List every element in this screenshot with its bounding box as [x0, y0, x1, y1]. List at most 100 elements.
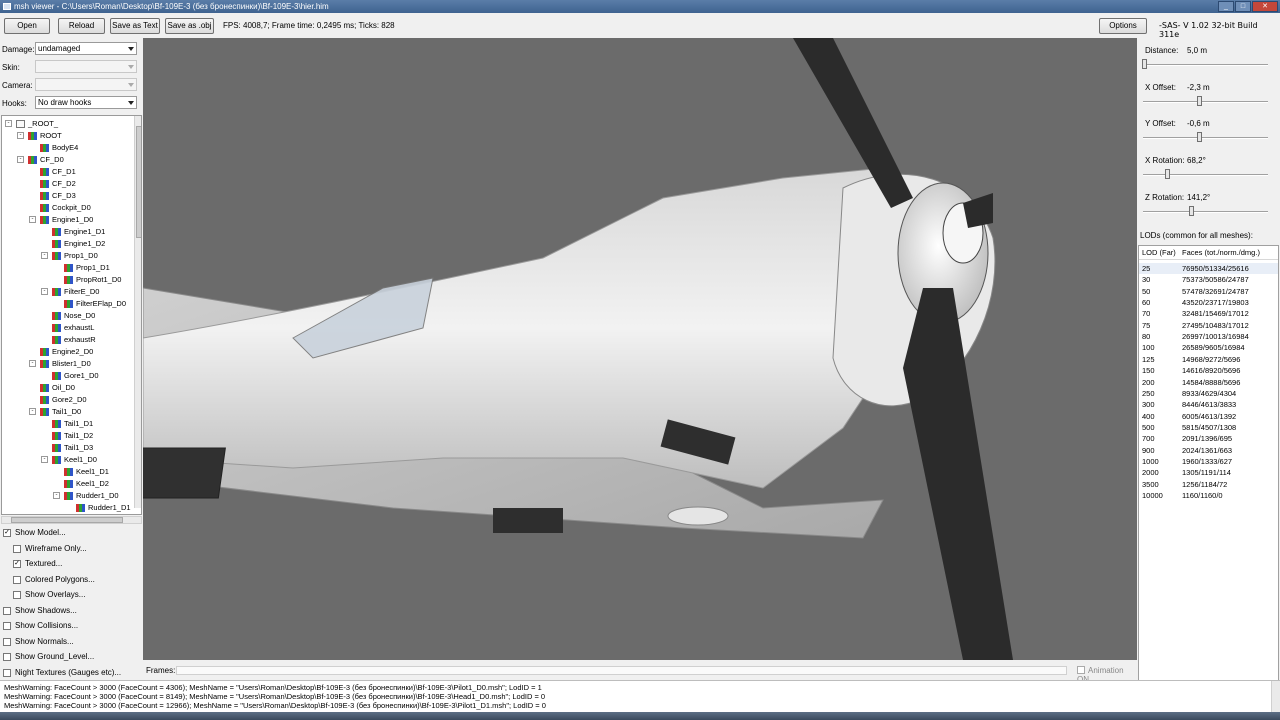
tree-node[interactable]: Keel1_D1 — [2, 466, 132, 478]
tree-node[interactable]: Oil_D0 — [2, 382, 132, 394]
tree-expander-icon[interactable]: - — [53, 492, 60, 499]
slider-track[interactable] — [1143, 210, 1268, 213]
checkbox-icon[interactable] — [13, 591, 21, 599]
tree-node[interactable]: Engine2_D0 — [2, 346, 132, 358]
lod-row[interactable]: 3500 1256/1184/72 — [1139, 479, 1278, 490]
frames-slider[interactable] — [176, 666, 1067, 675]
tree-node[interactable]: - _ROOT_ — [2, 118, 132, 130]
tree-node[interactable]: - ROOT — [2, 130, 132, 142]
lod-row[interactable]: 150 14616/8920/5696 — [1139, 365, 1278, 376]
tree-node[interactable]: Tail1_D3 — [2, 442, 132, 454]
tree-expander-icon[interactable]: - — [29, 216, 36, 223]
tree-node[interactable]: - Tail1_D0 — [2, 406, 132, 418]
tree-node[interactable]: Rudder1_D1 — [2, 502, 132, 514]
lod-row[interactable]: 300 8446/4613/3833 — [1139, 399, 1278, 410]
tree-expander-icon[interactable]: - — [29, 408, 36, 415]
save-as-text-button[interactable]: Save as Text — [110, 18, 160, 34]
lod-row[interactable]: 2000 1305/1191/114 — [1139, 467, 1278, 478]
close-icon[interactable]: ✕ — [1252, 1, 1278, 12]
slider-handle[interactable] — [1142, 59, 1147, 69]
tree-vertical-scrollbar[interactable] — [134, 116, 141, 508]
lod-row[interactable]: 700 2091/1396/695 — [1139, 433, 1278, 444]
tree-node[interactable]: - Engine1_D0 — [2, 214, 132, 226]
save-as-obj-button[interactable]: Save as .obj — [165, 18, 214, 34]
tree-node[interactable]: PropRot1_D0 — [2, 274, 132, 286]
tree-expander-icon[interactable]: - — [5, 120, 12, 127]
lod-table[interactable]: LOD (Far) Faces (tot./norm./dmg.) 25 7695… — [1138, 245, 1279, 715]
tree-horizontal-scrollbar[interactable] — [1, 516, 142, 524]
slider-track[interactable] — [1143, 174, 1268, 177]
slider-handle[interactable] — [1197, 132, 1203, 143]
tree-node[interactable]: exhaustL — [2, 322, 132, 334]
tree-node[interactable]: Keel1_D2 — [2, 478, 132, 490]
lod-row[interactable]: 200 14584/8888/5696 — [1139, 377, 1278, 388]
slider-track[interactable] — [1143, 64, 1268, 66]
tree-node[interactable]: - Rudder1_D0 — [2, 490, 132, 502]
lod-row[interactable]: 100 26589/9605/16984 — [1139, 342, 1278, 353]
lod-row[interactable]: 25 76950/51334/25616 — [1139, 263, 1278, 275]
lod-row[interactable]: 125 14968/9272/5696 — [1139, 354, 1278, 365]
lod-row[interactable]: 250 8933/4629/4304 — [1139, 388, 1278, 399]
tree-expander-icon[interactable]: - — [41, 288, 48, 295]
animation-checkbox[interactable] — [1077, 666, 1085, 674]
hooks-select[interactable]: No draw hooks — [35, 96, 137, 109]
checkbox-icon[interactable] — [3, 668, 11, 677]
lod-row[interactable]: 400 6005/4613/1392 — [1139, 411, 1278, 422]
checkbox-icon[interactable] — [13, 575, 21, 584]
tree-node[interactable]: Prop1_D1 — [2, 262, 132, 274]
tree-node[interactable]: Nose_D0 — [2, 310, 132, 322]
tree-node[interactable]: - Keel1_D0 — [2, 454, 132, 466]
maximize-icon[interactable]: □ — [1235, 1, 1251, 12]
tree-node[interactable]: Gore2_D0 — [2, 394, 132, 406]
options-button[interactable]: Options — [1099, 18, 1147, 34]
tree-node[interactable]: - CF_D0 — [2, 154, 132, 166]
slider-handle[interactable] — [1188, 205, 1194, 216]
tree-node[interactable]: Gore1_D0 — [2, 370, 132, 382]
tree-expander-icon[interactable]: - — [17, 132, 24, 139]
checkbox-icon[interactable] — [3, 637, 11, 646]
tree-node[interactable]: CF_D2 — [2, 178, 132, 190]
tree-node[interactable]: Cockpit_D0 — [2, 202, 132, 214]
log-scrollbar[interactable] — [1271, 681, 1280, 713]
tree-node[interactable]: exhaustR — [2, 334, 132, 346]
checkmark-icon[interactable]: ✓ — [3, 529, 11, 537]
lod-row[interactable]: 70 32481/15469/17012 — [1139, 308, 1278, 319]
damage-select[interactable]: undamaged — [35, 42, 137, 55]
scrollbar-thumb[interactable] — [136, 126, 141, 238]
tree-expander-icon[interactable]: - — [41, 456, 48, 463]
tree-node[interactable]: FilterEFlap_D0 — [2, 298, 132, 310]
checkmark-icon[interactable]: ✓ — [13, 560, 21, 568]
minimize-icon[interactable]: _ — [1218, 1, 1234, 12]
lod-row[interactable]: 10000 1160/1160/0 — [1139, 490, 1278, 501]
lod-row[interactable]: 75 27495/10483/17012 — [1139, 320, 1278, 331]
lod-row[interactable]: 900 2024/1361/663 — [1139, 445, 1278, 456]
scrollbar-thumb[interactable] — [11, 517, 123, 523]
slider-handle[interactable] — [1164, 169, 1170, 180]
tree-node[interactable]: - FilterE_D0 — [2, 286, 132, 298]
checkbox-icon[interactable] — [3, 622, 11, 630]
lod-row[interactable]: 500 5815/4507/1308 — [1139, 422, 1278, 433]
tree-node[interactable]: BodyE4 — [2, 142, 132, 154]
lod-row[interactable]: 30 75373/50586/24787 — [1139, 274, 1278, 285]
checkbox-icon[interactable] — [3, 606, 11, 615]
tree-node[interactable]: Tail1_D1 — [2, 418, 132, 430]
checkbox-icon[interactable] — [13, 544, 21, 553]
checkbox-icon[interactable] — [3, 653, 11, 661]
tree-node[interactable]: Tail1_D2 — [2, 430, 132, 442]
slider-track[interactable] — [1143, 100, 1268, 103]
reload-button[interactable]: Reload — [58, 18, 105, 34]
lod-column-header[interactable]: LOD (Far) — [1142, 246, 1176, 260]
slider-handle[interactable] — [1197, 95, 1203, 106]
lod-row[interactable]: 1000 1960/1333/627 — [1139, 456, 1278, 467]
slider-track[interactable] — [1143, 137, 1268, 140]
tree-node[interactable]: - Blister1_D0 — [2, 358, 132, 370]
tree-node[interactable]: Engine1_D1 — [2, 226, 132, 238]
camera-select[interactable] — [35, 78, 137, 91]
mesh-tree[interactable]: - _ROOT_ - ROOT BodyE4- CF_D0 CF_D1 CF_D2 CF_D3 C… — [1, 115, 142, 515]
skin-select[interactable] — [35, 60, 137, 73]
tree-node[interactable]: Engine1_D2 — [2, 238, 132, 250]
lod-row[interactable]: 60 43520/23717/19803 — [1139, 297, 1278, 308]
lod-row[interactable]: 80 26997/10013/16984 — [1139, 331, 1278, 342]
3d-viewport[interactable] — [143, 38, 1137, 660]
tree-expander-icon[interactable]: - — [29, 360, 36, 367]
